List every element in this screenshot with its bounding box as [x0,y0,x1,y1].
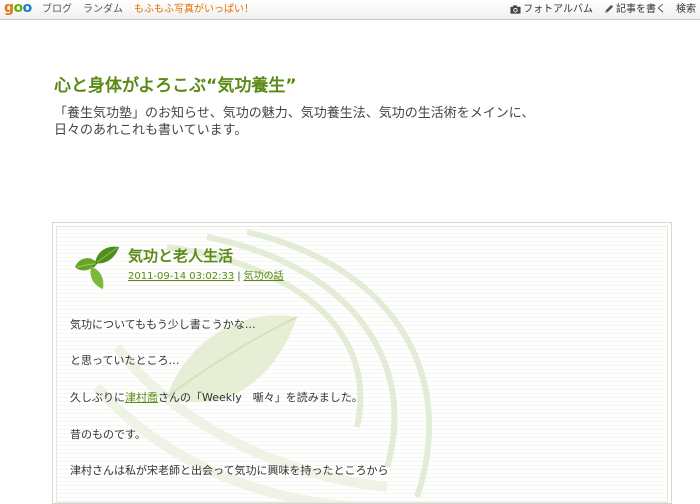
toolbar-right: フォトアルバム 記事を書く 検索 [500,0,696,19]
article-body: 気功と老人生活 2011-09-14 03:02:33 | 気功の話 気功についても… [56,226,668,503]
search-link[interactable]: 検索 [676,0,696,19]
meta-separator: | [237,271,241,282]
logo-letter: o [22,0,33,16]
article-frame: 気功と老人生活 2011-09-14 03:02:33 | 気功の話 気功についても… [52,222,672,504]
promo-link[interactable]: もふもふ写真がいっぱい！ [134,0,254,19]
leaf-icon [75,246,119,289]
blog-title[interactable]: 心と身体がよろこぶ“気功養生” [54,71,297,96]
goo-logo[interactable]: goo [4,0,32,19]
post-date-link[interactable]: 2011-09-14 03:02:33 [128,271,234,282]
camera-icon [510,5,521,14]
post-paragraph: 気功についてももう少し書こうかな… [70,318,256,331]
photo-album-link[interactable]: フォトアルバム [510,0,593,19]
nav-random-link[interactable]: ランダム [83,0,123,19]
tsumura-link[interactable]: 津村喬 [125,391,158,404]
pencil-icon [604,4,614,14]
photo-album-label: フォトアルバム [523,4,593,15]
description-line: 「養生気功塾」のお知らせ、気功の魅力、気功養生法、気功の生活術をメインに、 [54,106,535,121]
paragraph-text: さんの「Weekly 噺々」を読みました。 [158,391,363,404]
write-article-link[interactable]: 記事を書く [603,0,666,19]
post-paragraph: と思っていたところ… [70,354,180,367]
post-paragraph: 久しぶりに津村喬さんの「Weekly 噺々」を読みました。 [70,389,363,405]
goo-toolbar: goo ブログ ランダム もふもふ写真がいっぱい！ フォトアルバム 記事を書く … [0,0,700,20]
toolbar-nav: ブログ ランダム もふもふ写真がいっぱい！ [42,0,265,19]
nav-blog-link[interactable]: ブログ [42,0,72,19]
write-article-label: 記事を書く [616,4,666,15]
post-meta: 2011-09-14 03:02:33 | 気功の話 [128,267,284,282]
post-paragraph: 津村さんは私が宋老師と出会って気功に興味を持ったところから [70,464,389,477]
blog-description: 「養生気功塾」のお知らせ、気功の魅力、気功養生法、気功の生活術をメインに、 日々… [54,105,574,139]
post-category-link[interactable]: 気功の話 [244,271,284,282]
paragraph-text: 久しぶりに [70,391,125,404]
logo-letter: g [4,0,14,16]
post-paragraph: 昔のものです。 [70,428,146,441]
post-title[interactable]: 気功と老人生活 [128,245,233,266]
description-line: 日々のあれこれも書いています。 [54,123,248,138]
logo-letter: o [13,0,24,16]
